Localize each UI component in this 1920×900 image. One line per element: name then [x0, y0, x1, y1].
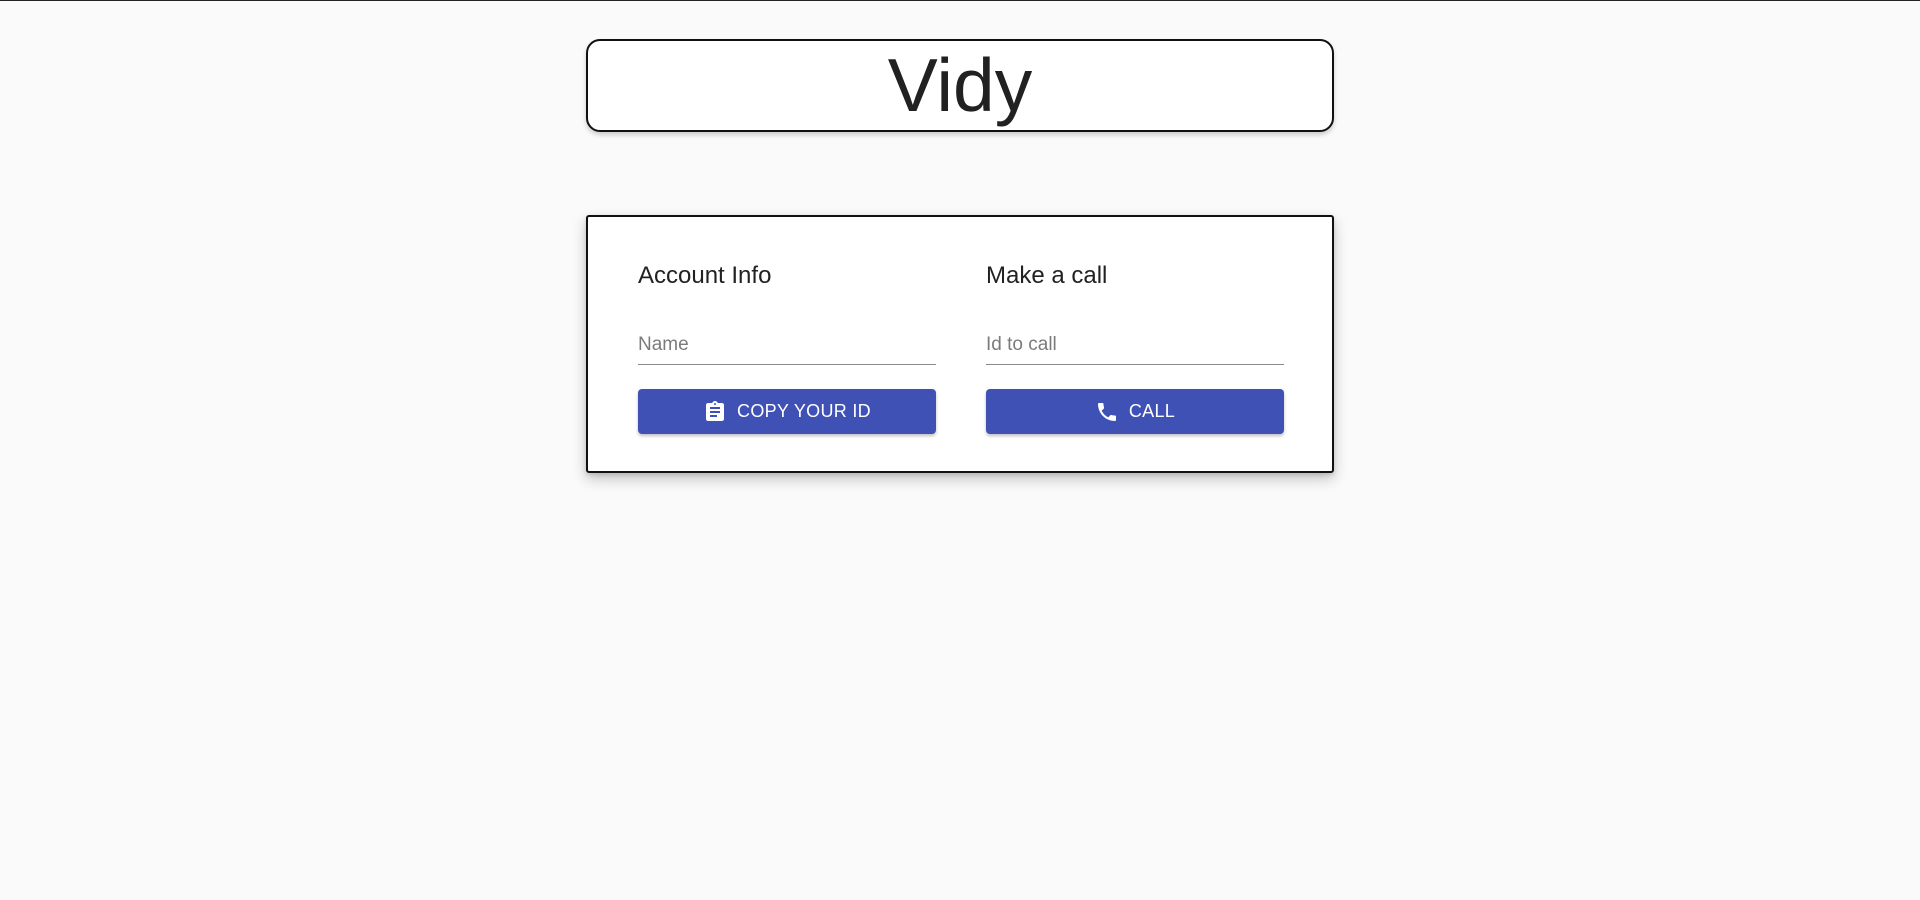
- call-button[interactable]: CALL: [986, 389, 1284, 434]
- app-title-card: Vidy: [586, 39, 1334, 132]
- name-field: [638, 327, 936, 365]
- top-border-line: [0, 0, 1920, 1]
- main-card: Account Info COPY YOUR ID Make a call CA…: [586, 215, 1334, 473]
- id-to-call-field: [986, 327, 1284, 365]
- call-button-label: CALL: [1128, 401, 1176, 421]
- account-info-section: Account Info COPY YOUR ID: [638, 217, 936, 471]
- make-call-heading: Make a call: [986, 262, 1108, 289]
- account-info-heading: Account Info: [638, 262, 772, 289]
- copy-id-button-label: COPY YOUR ID: [737, 401, 871, 421]
- clipboard-icon: [703, 400, 727, 424]
- copy-id-button[interactable]: COPY YOUR ID: [638, 389, 936, 434]
- phone-icon: [1095, 400, 1119, 424]
- make-call-section: Make a call CALL: [986, 217, 1284, 471]
- name-input[interactable]: [638, 327, 936, 363]
- app-title: Vidy: [887, 43, 1033, 127]
- id-to-call-input[interactable]: [986, 327, 1284, 363]
